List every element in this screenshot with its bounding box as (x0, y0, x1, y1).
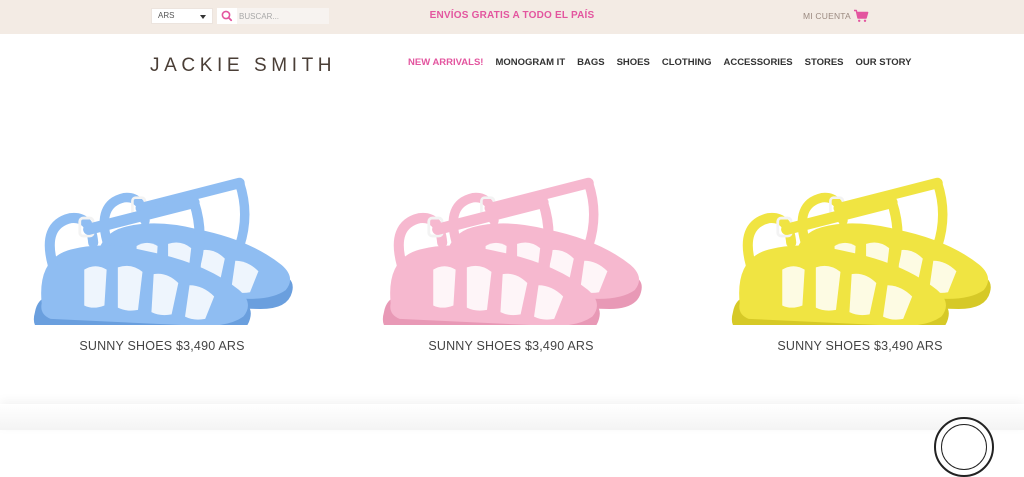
cart-icon[interactable] (853, 9, 869, 23)
nav-item-monogram-it[interactable]: MONOGRAM IT (495, 57, 565, 68)
promo-text: ENVÍOS GRATIS A TODO EL PAÍS (429, 10, 595, 21)
product-image[interactable] (12, 150, 312, 325)
product-card[interactable]: SUNNY SHOES $3,490 ARS (351, 150, 671, 353)
nav-item-bags[interactable]: BAGS (577, 57, 604, 68)
footer-edge (0, 404, 1024, 430)
product-title-price[interactable]: SUNNY SHOES $3,490 ARS (2, 339, 322, 353)
my-account-link[interactable]: MI CUENTA (803, 11, 851, 21)
nav-item-accessories[interactable]: ACCESSORIES (723, 57, 792, 68)
product-title-price[interactable]: SUNNY SHOES $3,490 ARS (700, 339, 1020, 353)
product-title-price[interactable]: SUNNY SHOES $3,490 ARS (351, 339, 671, 353)
logo[interactable]: JACKIE SMITH (150, 55, 336, 77)
nav-item-our-story[interactable]: OUR STORY (856, 57, 912, 68)
main-nav: NEW ARRIVALS! MONOGRAM IT BAGS SHOES CLO… (408, 57, 923, 68)
product-card[interactable]: SUNNY SHOES $3,490 ARS (2, 150, 322, 353)
product-card[interactable]: SUNNY SHOES $3,490 ARS (700, 150, 1020, 353)
top-bar: ARS ENVÍOS GRATIS A TODO EL PAÍS MI CUEN… (0, 0, 1024, 34)
product-image[interactable] (361, 150, 661, 325)
product-image[interactable] (710, 150, 1010, 325)
nav-item-clothing[interactable]: CLOTHING (662, 57, 712, 68)
seal-badge (934, 417, 994, 477)
nav-item-new-arrivals[interactable]: NEW ARRIVALS! (408, 57, 483, 68)
nav-item-shoes[interactable]: SHOES (617, 57, 650, 68)
nav-item-stores[interactable]: STORES (805, 57, 844, 68)
